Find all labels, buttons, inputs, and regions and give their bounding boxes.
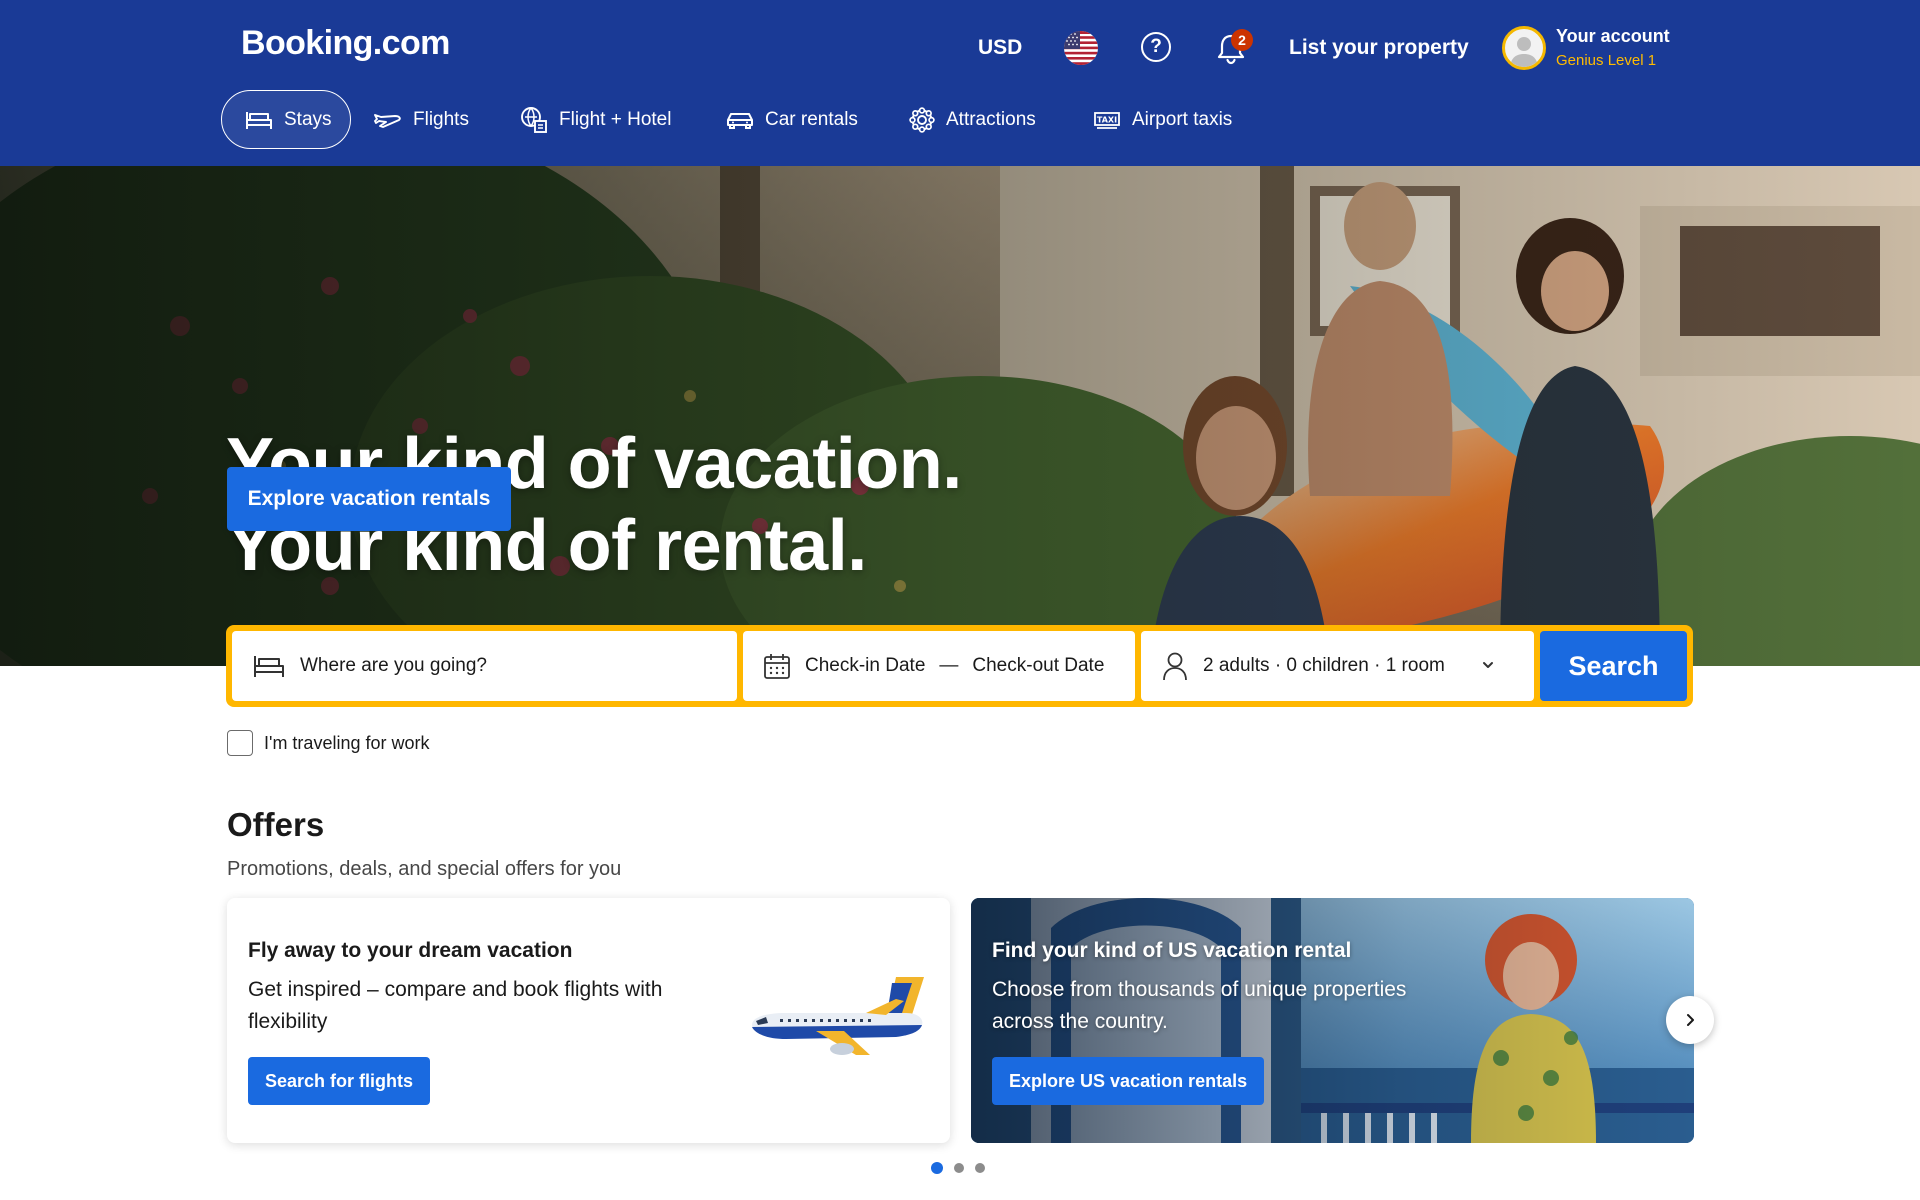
nav-tab-label: Flights [413,108,469,130]
date-range-picker[interactable]: Check-in Date — Check-out Date [743,631,1135,701]
plane-icon [374,113,401,128]
bed-icon [254,656,284,677]
carousel-dot-1[interactable] [931,1162,943,1174]
explore-vacation-rentals-button[interactable]: Explore vacation rentals [227,467,511,531]
search-bar: Where are you going? Check-in Date — Che… [226,625,1693,707]
hero-background-photo [0,166,1920,666]
explore-us-vacation-rentals-button[interactable]: Explore US vacation rentals [992,1057,1265,1105]
booking-logo[interactable]: Booking.com [241,24,450,63]
genius-level-label: Genius Level 1 [1556,52,1657,69]
account-avatar[interactable] [1502,26,1546,70]
carousel-pagination [931,1162,996,1174]
offer-card-text: Choose from thousands of unique properti… [992,978,1407,1033]
nav-tab-stays[interactable]: Stays [221,90,351,149]
nav-tab-label: Stays [284,108,332,130]
offer-card-flights: Fly away to your dream vacation Get insp… [227,898,950,1143]
attractions-icon [909,106,935,133]
bed-icon [246,111,272,129]
airplane-illustration [752,977,924,1055]
nav-tab-flight-hotel[interactable]: Flight + Hotel [497,90,693,149]
search-for-flights-button[interactable]: Search for flights [248,1057,431,1105]
destination-input[interactable]: Where are you going? [232,631,737,701]
notification-count-badge: 2 [1231,29,1253,51]
nav-tab-label: Attractions [946,108,1036,130]
flight-hotel-icon [521,106,547,133]
chevron-right-icon [1687,1014,1694,1026]
nav-tab-label: Car rentals [765,108,858,130]
offer-card-title: Find your kind of US vacation rental [992,939,1352,962]
nav-tab-airport-taxis[interactable]: TAXI Airport taxis [1070,90,1254,149]
list-your-property-link[interactable]: List your property [1289,36,1469,60]
taxi-icon: TAXI [1094,111,1120,129]
work-travel-option[interactable]: I'm traveling for work [227,730,429,756]
us-flag-icon[interactable] [1064,31,1098,65]
offers-heading: Offers [227,806,325,843]
carousel-dot-3[interactable] [975,1163,985,1173]
chevron-down-icon [1483,662,1493,668]
carousel-next-button[interactable] [1666,996,1714,1044]
calendar-icon [764,654,790,679]
nav-tab-flights[interactable]: Flights [351,90,491,149]
currency-selector[interactable]: USD [978,36,1022,60]
nav-tab-attractions[interactable]: Attractions [886,90,1058,149]
nav-tab-car-rentals[interactable]: Car rentals [703,90,880,149]
date-separator: — [939,655,959,676]
offer-card-title: Fly away to your dream vacation [248,939,573,962]
occupancy-selector[interactable]: 2 adults · 0 children · 1 room [1141,631,1534,701]
nav-tab-label: Flight + Hotel [559,108,672,130]
work-travel-label: I'm traveling for work [264,732,430,753]
offer-card-text: Get inspired – compare and book flights … [248,978,663,1033]
account-name[interactable]: Your account [1556,26,1670,47]
hero-banner: Your kind of vacation. Your kind of rent… [0,166,1920,666]
help-icon[interactable]: ? [1141,32,1171,62]
check-in-date[interactable]: Check-in Date [805,655,925,677]
offers-subheading: Promotions, deals, and special offers fo… [227,858,622,880]
svg-text:TAXI: TAXI [1097,115,1117,124]
work-travel-checkbox[interactable] [227,730,253,756]
offer-card-us-rentals: Find your kind of US vacation rental Cho… [971,898,1694,1143]
search-button[interactable]: Search [1540,631,1687,701]
car-icon [727,112,753,129]
person-icon [1163,652,1187,681]
top-header: Booking.com USD ? 2 List your property Y… [0,0,1920,166]
carousel-dot-2[interactable] [954,1163,964,1173]
destination-placeholder: Where are you going? [300,655,487,676]
occupancy-summary: 2 adults · 0 children · 1 room [1203,655,1445,676]
nav-tab-label: Airport taxis [1132,108,1233,130]
check-out-date[interactable]: Check-out Date [972,655,1104,677]
